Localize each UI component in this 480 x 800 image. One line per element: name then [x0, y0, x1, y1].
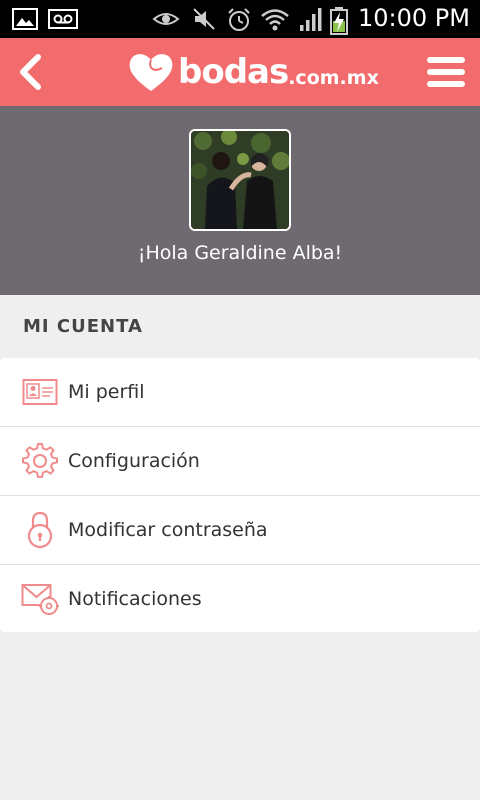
- profile-card-icon: [21, 373, 59, 411]
- eye-icon: [152, 13, 180, 25]
- avatar[interactable]: [189, 129, 291, 231]
- battery-charging-icon: [330, 7, 348, 35]
- menu-button[interactable]: [422, 48, 470, 96]
- avatar-photo: [191, 131, 289, 229]
- gear-icon: [21, 442, 59, 480]
- menu-item-label: Notificaciones: [68, 587, 202, 610]
- logo-wordmark: bodas: [178, 52, 289, 92]
- alarm-icon: [228, 8, 250, 31]
- hamburger-menu-icon: [427, 57, 465, 87]
- bodas-logo: bodas .com.mx: [128, 44, 379, 100]
- mute-icon: [193, 8, 215, 30]
- profile-header: ¡Hola Geraldine Alba!: [0, 106, 480, 295]
- voicemail-icon: [48, 9, 78, 29]
- status-bar: 10:00 PM: [0, 0, 480, 38]
- app-bar: bodas .com.mx: [0, 38, 480, 106]
- heart-logo-icon: [129, 54, 173, 91]
- menu-item-mi-perfil[interactable]: Mi perfil: [0, 358, 480, 426]
- menu-item-modificar-contrasena[interactable]: Modificar contraseña: [0, 495, 480, 563]
- greeting-text: ¡Hola Geraldine Alba!: [137, 242, 343, 264]
- menu-item-label: Modificar contraseña: [68, 518, 268, 541]
- menu-item-label: Configuración: [68, 449, 200, 472]
- status-time: 10:00 PM: [358, 4, 470, 32]
- image-icon: [12, 8, 38, 30]
- back-arrow-icon: [20, 54, 41, 90]
- section-title: MI CUENTA: [23, 316, 143, 337]
- menu-item-label: Mi perfil: [68, 381, 145, 403]
- account-menu: Mi perfil Configuración Modificar contra…: [0, 358, 480, 632]
- signal-icon: [300, 8, 322, 31]
- envelope-settings-icon: [21, 580, 59, 618]
- wifi-icon: [261, 9, 289, 31]
- lock-icon: [21, 511, 59, 549]
- menu-item-configuracion[interactable]: Configuración: [0, 426, 480, 494]
- back-button[interactable]: [10, 48, 50, 96]
- logo-domain: .com.mx: [288, 67, 379, 89]
- menu-item-notificaciones[interactable]: Notificaciones: [0, 564, 480, 632]
